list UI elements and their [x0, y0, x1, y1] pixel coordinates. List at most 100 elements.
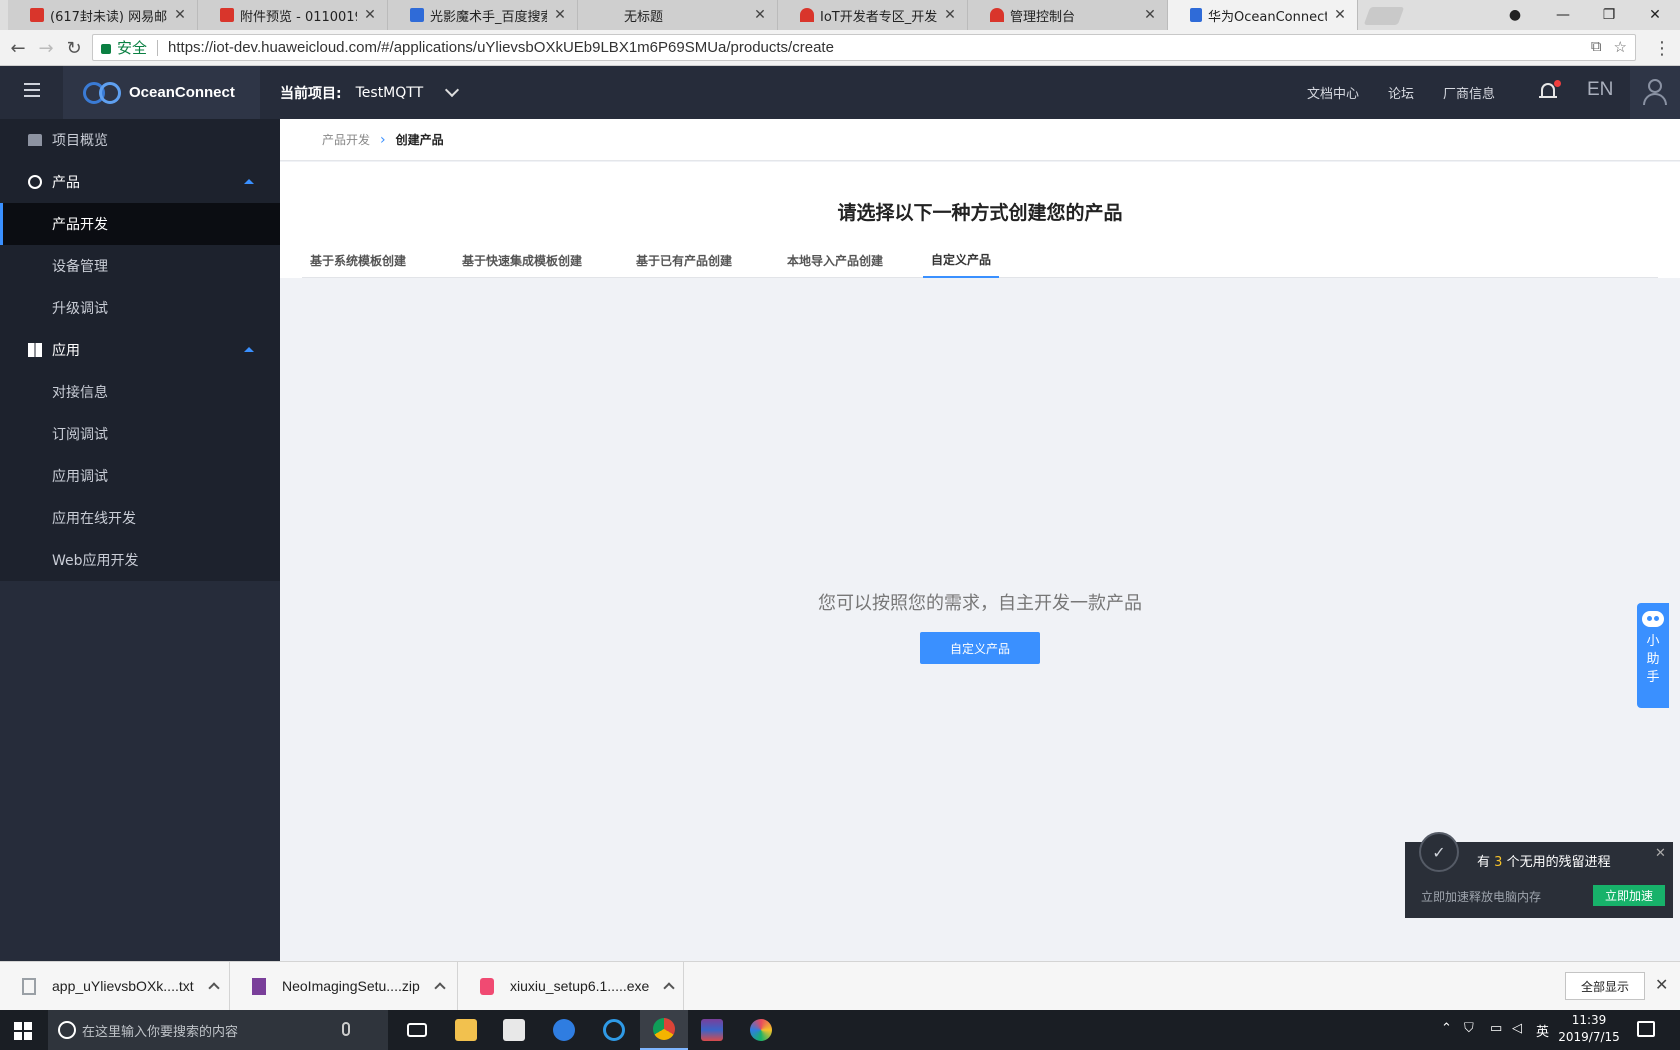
sogou-icon[interactable] [540, 1010, 588, 1050]
browser-tab-active[interactable]: 华为OceanConnect开发 ✕ [1168, 0, 1358, 30]
close-icon[interactable]: ✕ [1655, 846, 1666, 861]
browser-tab[interactable]: 光影魔术手_百度搜索 ✕ [388, 0, 578, 30]
restore-icon[interactable]: ❐ [1586, 0, 1632, 30]
close-tab-icon[interactable]: ✕ [1333, 7, 1347, 23]
translate-icon[interactable]: ⧉ [1591, 38, 1602, 56]
baidu-favicon-icon [410, 8, 424, 22]
clock-date: 2019/7/15 [1558, 1030, 1620, 1044]
browser-menu-icon[interactable]: ⋮ [1650, 36, 1674, 60]
bell-icon[interactable] [1538, 80, 1561, 102]
sidebar-item-label: 对接信息 [52, 385, 108, 401]
robot-icon [1642, 611, 1664, 627]
close-icon[interactable]: ✕ [1655, 975, 1668, 994]
minimize-icon[interactable]: — [1540, 0, 1586, 30]
volume-icon[interactable]: ◁ [1512, 1021, 1522, 1036]
ie-icon[interactable] [590, 1010, 638, 1050]
close-tab-icon[interactable]: ✕ [753, 7, 767, 23]
hamburger-menu-icon[interactable] [24, 83, 40, 101]
bookmark-star-icon[interactable]: ☆ [1614, 38, 1627, 56]
huawei-favicon-icon [800, 8, 814, 22]
download-item[interactable]: NeoImagingSetu....zip [230, 962, 458, 1010]
project-selector[interactable]: 当前项目: TestMQTT [280, 82, 460, 103]
ime-indicator[interactable]: 英 [1536, 1021, 1549, 1040]
close-tab-icon[interactable]: ✕ [363, 7, 377, 23]
header-link-forum[interactable]: 论坛 [1388, 83, 1414, 102]
close-tab-icon[interactable]: ✕ [943, 7, 957, 23]
sidebar-item-app-debug[interactable]: 应用调试 [0, 455, 280, 497]
chevron-up-icon[interactable]: ⌃ [1441, 1021, 1452, 1036]
reload-icon[interactable]: ↻ [62, 36, 86, 60]
sidebar-item-overview[interactable]: 项目概览 [0, 119, 280, 161]
sidebar-group-app[interactable]: 应用 [0, 329, 280, 371]
network-icon[interactable]: ▭ [1490, 1021, 1502, 1036]
security-tray-icon[interactable]: ⛉ [1464, 1021, 1474, 1036]
address-bar-row: ← → ↻ 安全 https://iot-dev.huaweicloud.com… [0, 30, 1680, 66]
color-app-icon[interactable] [737, 1010, 785, 1050]
winrar-icon[interactable] [688, 1010, 736, 1050]
sidebar-item-web-dev[interactable]: Web应用开发 [0, 539, 280, 581]
profile-icon[interactable]: ● [1492, 0, 1538, 30]
tab-system-template[interactable]: 基于系统模板创建 [302, 242, 414, 278]
sidebar-menu: 项目概览 产品 产品开发 设备管理 升级调试 应用 对接信息 订阅调试 应用调试 [0, 119, 280, 581]
system-clock[interactable]: 11:39 2019/7/15 [1554, 1012, 1624, 1046]
language-switch[interactable]: EN [1587, 79, 1613, 101]
new-tab-button[interactable] [1363, 7, 1405, 25]
action-center-icon[interactable] [1637, 1021, 1655, 1037]
breadcrumb-link[interactable]: 产品开发 [322, 131, 370, 148]
store-icon[interactable] [490, 1010, 538, 1050]
sidebar-group-product[interactable]: 产品 [0, 161, 280, 203]
download-item[interactable]: xiuxiu_setup6.1.....exe [458, 962, 684, 1010]
taskbar-search-input[interactable]: 在这里输入你要搜索的内容 [48, 1010, 388, 1050]
sidebar-item-subscription-debug[interactable]: 订阅调试 [0, 413, 280, 455]
notification-dot [1554, 80, 1561, 87]
tab-title: 光影魔术手_百度搜索 [430, 9, 547, 25]
file-explorer-icon[interactable] [442, 1010, 490, 1050]
show-all-button[interactable]: 全部显示 [1565, 972, 1645, 1000]
browser-tab[interactable]: (617封未读) 网易邮箱6.0 ✕ [8, 0, 198, 30]
browser-tab[interactable]: 附件预览 - 0110019003 ✕ [198, 0, 388, 30]
lock-icon [101, 43, 111, 54]
sidebar-item-online-dev[interactable]: 应用在线开发 [0, 497, 280, 539]
tab-local-import[interactable]: 本地导入产品创建 [779, 242, 891, 278]
close-tab-icon[interactable]: ✕ [173, 7, 187, 23]
microphone-icon[interactable] [342, 1022, 350, 1036]
huawei-favicon-icon [990, 8, 1004, 22]
close-tab-icon[interactable]: ✕ [1143, 7, 1157, 23]
user-avatar-icon[interactable] [1630, 66, 1680, 119]
url-input[interactable]: 安全 https://iot-dev.huaweicloud.com/#/app… [92, 34, 1636, 61]
browser-tab[interactable]: 无标题 ✕ [578, 0, 778, 30]
installer-icon [480, 977, 494, 995]
chrome-icon[interactable] [640, 1010, 688, 1050]
chevron-up-icon[interactable] [434, 982, 446, 994]
tab-title: IoT开发者专区_开发者中 [820, 9, 937, 25]
header-link-docs[interactable]: 文档中心 [1307, 83, 1359, 102]
tab-custom-product[interactable]: 自定义产品 [923, 242, 1000, 278]
tab-existing-product[interactable]: 基于已有产品创建 [628, 242, 740, 278]
tab-title: (617封未读) 网易邮箱6.0 [50, 9, 167, 25]
task-view-icon[interactable] [393, 1010, 441, 1050]
sidebar-item-product-dev[interactable]: 产品开发 [0, 203, 280, 245]
close-tab-icon[interactable]: ✕ [553, 7, 567, 23]
sidebar-item-upgrade-debug[interactable]: 升级调试 [0, 287, 280, 329]
assistant-button[interactable]: 小 助 手 [1637, 603, 1669, 708]
assistant-char: 手 [1646, 670, 1660, 685]
assistant-char: 助 [1646, 652, 1660, 667]
chevron-up-icon[interactable] [207, 982, 220, 994]
custom-product-button[interactable]: 自定义产品 [920, 632, 1040, 664]
logo[interactable]: OceanConnect [63, 66, 260, 119]
chevron-up-icon[interactable] [663, 982, 675, 994]
header-link-vendor[interactable]: 厂商信息 [1443, 83, 1495, 102]
speed-up-button[interactable]: 立即加速 [1593, 885, 1665, 906]
download-filename: NeoImagingSetu....zip [282, 978, 420, 994]
browser-tab[interactable]: 管理控制台 ✕ [968, 0, 1168, 30]
close-window-icon[interactable]: ✕ [1632, 0, 1678, 30]
tab-quick-template[interactable]: 基于快速集成模板创建 [454, 242, 590, 278]
sidebar-item-device-mgmt[interactable]: 设备管理 [0, 245, 280, 287]
download-item[interactable]: app_uYlievsbOXk....txt [0, 962, 230, 1010]
forward-arrow-icon[interactable]: → [34, 36, 58, 60]
back-arrow-icon[interactable]: ← [6, 36, 30, 60]
browser-tab[interactable]: IoT开发者专区_开发者中 ✕ [778, 0, 968, 30]
sidebar-item-integration[interactable]: 对接信息 [0, 371, 280, 413]
windows-start-icon[interactable] [14, 1022, 32, 1040]
tab-title: 无标题 [624, 9, 664, 25]
